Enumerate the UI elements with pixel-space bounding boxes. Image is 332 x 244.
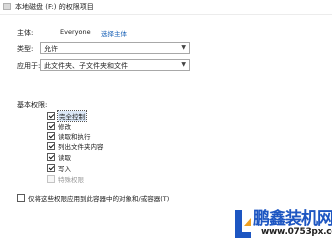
permission-label: 写入 bbox=[58, 165, 71, 173]
permission-checkbox[interactable] bbox=[47, 164, 55, 172]
watermark-brand: 鹏鑫装机网 bbox=[253, 209, 332, 229]
title-bar: 本地磁盘 (F:) 的权限项目 bbox=[0, 0, 332, 15]
permission-label: 修改 bbox=[58, 123, 71, 131]
permission-label: 读取和执行 bbox=[58, 133, 91, 141]
permission-label: 列出文件夹内容 bbox=[58, 143, 104, 151]
window-title: 本地磁盘 (F:) 的权限项目 bbox=[15, 3, 94, 11]
applies-to-selected-value: 此文件夹、子文件夹和文件 bbox=[44, 62, 128, 70]
permission-checkbox[interactable] bbox=[47, 142, 55, 150]
basic-permissions-label: 基本权限: bbox=[17, 101, 48, 109]
permission-checkbox[interactable] bbox=[47, 132, 55, 140]
folder-permission-icon bbox=[3, 3, 11, 10]
apply-inside-checkbox[interactable] bbox=[17, 194, 25, 202]
type-select[interactable]: 允许 ▼ bbox=[40, 42, 190, 54]
type-label: 类型: bbox=[17, 45, 34, 53]
apply-inside-label: 仅将这些权限应用到此容器中的对象和/或容器(T) bbox=[28, 195, 170, 203]
permission-label: 完全控制 bbox=[57, 110, 87, 122]
permission-checkbox[interactable] bbox=[47, 122, 55, 130]
select-principal-link[interactable]: 选择主体 bbox=[101, 28, 127, 38]
permission-label: 读取 bbox=[58, 154, 71, 162]
chevron-down-icon: ▼ bbox=[181, 61, 186, 68]
applies-to-select[interactable]: 此文件夹、子文件夹和文件 ▼ bbox=[40, 59, 190, 71]
principal-value: Everyone bbox=[60, 28, 91, 36]
watermark-logo-icon bbox=[235, 210, 251, 238]
watermark-url: www.0753px.com bbox=[261, 227, 332, 237]
permission-checkbox[interactable] bbox=[47, 112, 55, 120]
applies-to-label: 应用于: bbox=[17, 62, 41, 70]
permission-label: 特殊权限 bbox=[58, 176, 84, 184]
chevron-down-icon: ▼ bbox=[181, 44, 186, 51]
principal-label: 主体: bbox=[17, 29, 34, 37]
watermark: 鹏鑫装机网 www.0753px.com bbox=[233, 200, 332, 244]
type-selected-value: 允许 bbox=[44, 45, 58, 53]
permission-checkbox[interactable] bbox=[47, 153, 55, 161]
permission-checkbox bbox=[47, 175, 55, 183]
